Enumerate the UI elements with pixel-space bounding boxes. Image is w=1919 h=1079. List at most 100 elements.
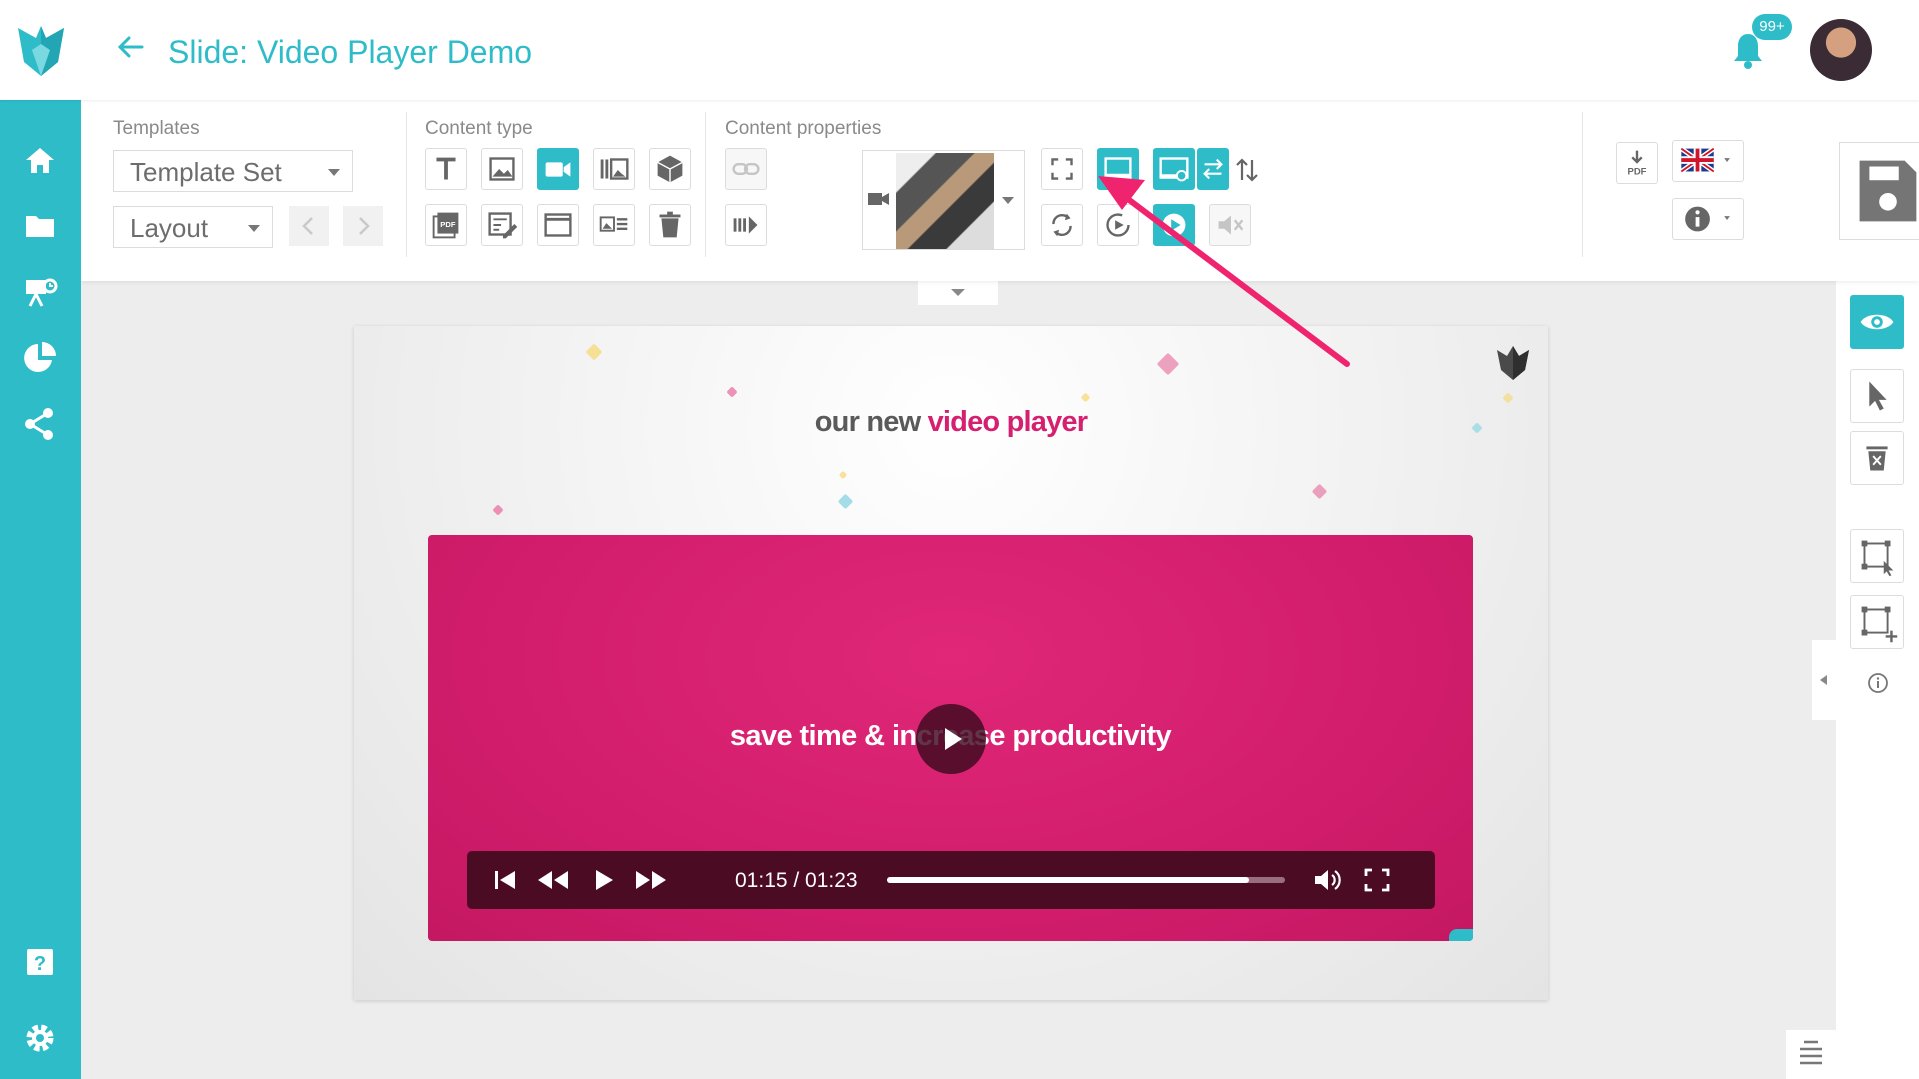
- mute-button[interactable]: [1209, 204, 1251, 246]
- video-settings-icon: [1159, 157, 1189, 182]
- video-camera-icon: [868, 193, 889, 205]
- rewind-icon: [538, 871, 568, 889]
- controls-bar-toggle-button[interactable]: [1097, 148, 1139, 190]
- delete-content-button[interactable]: [649, 204, 691, 246]
- progress-bar[interactable]: [887, 877, 1285, 883]
- add-area-icon: [1861, 606, 1898, 643]
- text-icon: [436, 157, 456, 180]
- confetti-shape: [585, 343, 603, 361]
- video-player[interactable]: save time & increase productivity 01:15 …: [428, 535, 1473, 941]
- previous-layout-button[interactable]: [289, 206, 329, 246]
- next-layout-button[interactable]: [343, 206, 383, 246]
- loop-button[interactable]: [1041, 204, 1083, 246]
- template-set-select[interactable]: Template Set: [113, 150, 353, 192]
- slide-heading-part1: our new: [814, 406, 928, 438]
- swap-horizontal-button[interactable]: [1197, 148, 1229, 190]
- collapse-toolbar-button[interactable]: [918, 281, 998, 305]
- volume-button[interactable]: [1311, 865, 1343, 895]
- image-icon: [489, 157, 515, 181]
- app-logo-icon[interactable]: [16, 22, 66, 78]
- trash-icon: [659, 211, 681, 238]
- confetti-shape: [1156, 352, 1180, 376]
- slide-canvas[interactable]: our new video player save time & increas…: [354, 326, 1548, 1000]
- window-icon: [544, 213, 572, 237]
- confetti-shape: [837, 493, 854, 510]
- time-display: 01:15 / 01:23: [735, 869, 858, 892]
- confetti-shape: [726, 386, 738, 398]
- save-button[interactable]: [1839, 142, 1919, 240]
- chevron-left-icon: [302, 217, 313, 235]
- fullscreen-toggle-button[interactable]: [1041, 148, 1083, 190]
- export-pdf-button[interactable]: PDF: [1616, 142, 1658, 184]
- link-button[interactable]: [725, 148, 767, 190]
- back-arrow-icon[interactable]: [114, 30, 148, 64]
- collapse-right-panel-button[interactable]: [1812, 640, 1836, 720]
- replay-button[interactable]: [1097, 204, 1139, 246]
- align-options-button[interactable]: [1786, 1030, 1836, 1079]
- settings-icon[interactable]: [20, 1018, 60, 1058]
- web-content-button[interactable]: [537, 204, 579, 246]
- pie-chart-icon[interactable]: [20, 338, 60, 378]
- swap-vertical-icon: [1236, 158, 1258, 182]
- select-tool-button[interactable]: [1850, 369, 1904, 423]
- presentation-icon[interactable]: [20, 272, 60, 312]
- pdf-content-button[interactable]: PDF: [425, 204, 467, 246]
- home-icon[interactable]: [20, 140, 60, 180]
- fullscreen-icon: [1364, 868, 1390, 892]
- volume-icon: [1315, 870, 1341, 890]
- text-content-button[interactable]: [425, 148, 467, 190]
- info-select[interactable]: [1672, 198, 1744, 240]
- image-content-button[interactable]: [481, 148, 523, 190]
- transition-button[interactable]: [725, 204, 767, 246]
- templates-label: Templates: [113, 118, 200, 139]
- toolbar-divider: [1582, 112, 1583, 257]
- notification-badge: 99+: [1752, 14, 1792, 40]
- select-area-icon: [1861, 540, 1894, 577]
- confetti-shape: [1502, 392, 1514, 404]
- resize-handle[interactable]: [1449, 929, 1473, 941]
- user-avatar[interactable]: [1810, 19, 1872, 81]
- eye-icon: [1860, 314, 1894, 330]
- rewind-button[interactable]: [535, 865, 571, 895]
- info-icon: [1685, 206, 1730, 232]
- confetti-shape: [838, 470, 848, 480]
- replay-icon: [1106, 213, 1130, 237]
- layout-select[interactable]: Layout: [113, 206, 273, 248]
- gallery-content-button[interactable]: [593, 148, 635, 190]
- align-lines-icon: [1800, 1040, 1822, 1065]
- add-area-button[interactable]: [1850, 595, 1904, 649]
- content-type-label: Content type: [425, 118, 533, 139]
- language-select[interactable]: [1672, 140, 1744, 182]
- right-tools-panel: [1836, 281, 1919, 1079]
- confetti-shape: [1080, 392, 1091, 403]
- fullscreen-button[interactable]: [1361, 865, 1393, 895]
- fast-forward-button[interactable]: [633, 865, 669, 895]
- fullscreen-icon: [1051, 158, 1073, 180]
- form-content-button[interactable]: [481, 204, 523, 246]
- folder-icon[interactable]: [20, 206, 60, 246]
- gallery-icon: [600, 158, 629, 180]
- top-header: Slide: Video Player Demo 99+: [0, 0, 1919, 100]
- preview-button[interactable]: [1850, 295, 1904, 349]
- share-icon[interactable]: [20, 404, 60, 444]
- play-circle-icon: [1162, 213, 1186, 237]
- help-icon[interactable]: ?: [20, 942, 60, 982]
- select-area-button[interactable]: [1850, 529, 1904, 583]
- big-play-button[interactable]: [916, 704, 986, 774]
- cube-icon: [657, 155, 683, 183]
- video-content-button[interactable]: [537, 148, 579, 190]
- video-camera-icon: [545, 162, 571, 177]
- video-thumbnail-select[interactable]: [862, 150, 1025, 250]
- download-pdf-icon: PDF: [1627, 150, 1647, 177]
- skip-to-start-button[interactable]: [489, 865, 521, 895]
- info-outline-icon[interactable]: [1866, 671, 1890, 695]
- poster-image-toggle-button[interactable]: [1153, 148, 1195, 190]
- chevron-down-icon: [1002, 197, 1014, 204]
- swap-vertical-button[interactable]: [1233, 152, 1261, 188]
- autoplay-button[interactable]: [1153, 204, 1195, 246]
- play-button[interactable]: [587, 865, 619, 895]
- delete-element-button[interactable]: [1850, 431, 1904, 485]
- 3d-object-content-button[interactable]: [649, 148, 691, 190]
- media-text-icon: [599, 216, 628, 232]
- media-text-content-button[interactable]: [593, 204, 635, 246]
